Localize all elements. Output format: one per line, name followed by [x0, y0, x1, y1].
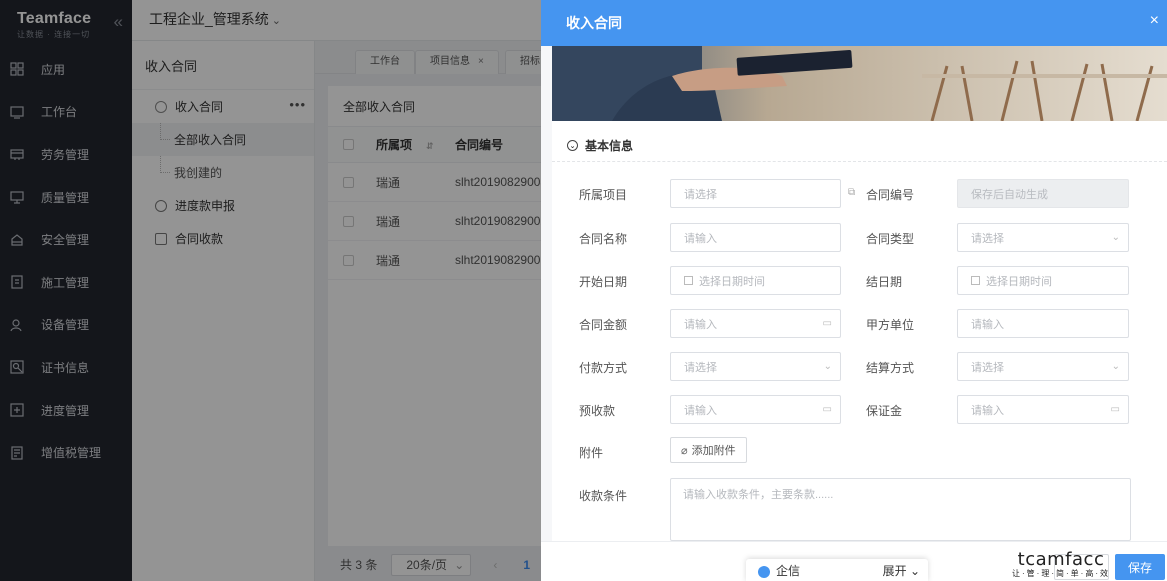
- chevron-down-icon: ⌄: [1111, 361, 1120, 372]
- field-label: 预收款: [579, 404, 616, 418]
- contract-name-input[interactable]: 请输入: [670, 223, 841, 252]
- chevron-down-icon: ⌄: [823, 361, 832, 372]
- pay-method-select[interactable]: 请选择 ⌄: [670, 352, 841, 381]
- cancel-button[interactable]: [1054, 554, 1109, 580]
- field-label: 所属项目: [579, 188, 628, 202]
- banner-image: [552, 46, 1167, 121]
- placeholder: 请输入收款条件，主要条款......: [683, 489, 834, 501]
- start-date-picker[interactable]: 选择日期时间: [670, 266, 841, 295]
- project-select[interactable]: 请选择: [670, 179, 841, 208]
- chat-bar[interactable]: 企信 展开 ⌄: [746, 559, 928, 581]
- deposit-input[interactable]: 请输入 ▭: [957, 395, 1129, 424]
- button-label: 添加附件: [691, 445, 736, 457]
- field-label: 合同类型: [866, 232, 915, 246]
- field-label: 开始日期: [579, 275, 628, 289]
- field-label: 甲方单位: [866, 318, 915, 332]
- drawer-footer: 企信 展开 ⌄ 保存: [541, 541, 1167, 581]
- payment-terms-textarea[interactable]: 请输入收款条件，主要条款......: [670, 478, 1131, 541]
- placeholder: 选择日期时间: [986, 275, 1052, 288]
- modal-overlay[interactable]: [0, 0, 541, 581]
- chevron-down-icon: ⌄: [1111, 232, 1120, 243]
- drawer-title: 收入合同: [566, 15, 622, 31]
- paperclip-icon: ⌀: [681, 444, 688, 457]
- chevron-down-icon: ⌄: [909, 564, 920, 578]
- section-divider: [552, 161, 1167, 162]
- placeholder: 请选择: [684, 361, 717, 374]
- amount-input[interactable]: 请输入 ▭: [670, 309, 841, 338]
- placeholder: 请输入: [684, 318, 717, 331]
- contract-no-field: 保存后自动生成: [957, 179, 1129, 208]
- placeholder: 选择日期时间: [699, 275, 765, 288]
- settle-method-select[interactable]: 请选择 ⌄: [957, 352, 1129, 381]
- placeholder: 保存后自动生成: [971, 188, 1048, 201]
- field-label: 保证金: [866, 404, 903, 418]
- field-label: 附件: [579, 446, 604, 460]
- field-label: 结日期: [866, 275, 903, 289]
- placeholder: 请输入: [971, 318, 1004, 331]
- advance-input[interactable]: 请输入 ▭: [670, 395, 841, 424]
- placeholder: 请输入: [684, 232, 717, 245]
- add-attachment-button[interactable]: ⌀ 添加附件: [670, 437, 747, 463]
- calculator-icon: ▭: [822, 404, 832, 415]
- calendar-icon: [684, 276, 693, 285]
- calendar-icon: [971, 276, 980, 285]
- contract-type-select[interactable]: 请选择 ⌄: [957, 223, 1129, 252]
- field-label: 付款方式: [579, 361, 628, 375]
- calculator-icon: ▭: [1110, 404, 1120, 415]
- field-label: 合同编号: [866, 188, 915, 202]
- collapse-circle-icon: ⌄: [567, 140, 578, 151]
- section-header[interactable]: ⌄ 基本信息: [567, 137, 633, 154]
- placeholder: 请输入: [971, 404, 1004, 417]
- close-icon[interactable]: ×: [1150, 12, 1159, 30]
- form-sheet: ⌄ 基本信息 所属项目 请选择 ⧉ 合同编号 保存后自动生成 合同名称 请输入 …: [552, 46, 1167, 541]
- placeholder: 请输入: [684, 404, 717, 417]
- copy-icon[interactable]: ⧉: [848, 187, 855, 198]
- chat-toggle[interactable]: 展开 ⌄: [883, 562, 920, 579]
- calculator-icon: ▭: [822, 318, 832, 329]
- placeholder: 请选择: [684, 188, 717, 201]
- field-label: 合同金额: [579, 318, 628, 332]
- field-label: 结算方式: [866, 361, 915, 375]
- placeholder: 请选择: [971, 232, 1004, 245]
- contract-drawer: 收入合同 × ⌄ 基本信息 所属项目 请选择 ⧉ 合同编号 保存后自动生成 合同…: [541, 0, 1167, 581]
- end-date-picker[interactable]: 选择日期时间: [957, 266, 1129, 295]
- chat-label: 企信: [776, 564, 801, 578]
- field-label: 合同名称: [579, 232, 628, 246]
- party-a-input[interactable]: 请输入: [957, 309, 1129, 338]
- drawer-body: ⌄ 基本信息 所属项目 请选择 ⧉ 合同编号 保存后自动生成 合同名称 请输入 …: [541, 46, 1167, 541]
- section-title: 基本信息: [585, 139, 634, 153]
- chat-toggle-label: 展开: [882, 564, 907, 578]
- field-label: 收款条件: [579, 489, 628, 503]
- save-button[interactable]: 保存: [1115, 554, 1165, 580]
- chat-icon: [758, 565, 770, 578]
- drawer-header: 收入合同 ×: [541, 0, 1167, 46]
- placeholder: 请选择: [971, 361, 1004, 374]
